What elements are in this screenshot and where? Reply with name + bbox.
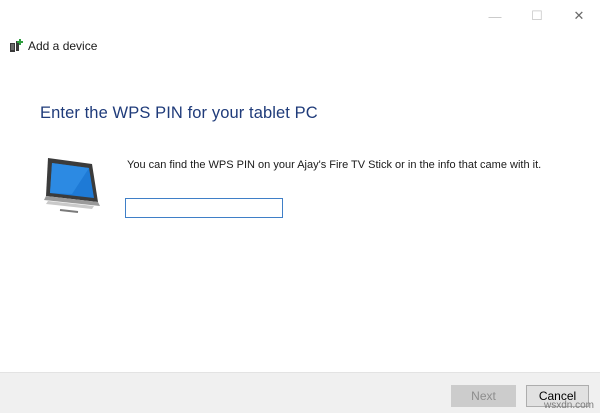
main-content: Enter the WPS PIN for your tablet PC You… bbox=[0, 76, 600, 376]
close-button[interactable]: ✕ bbox=[558, 0, 600, 32]
minimize-button[interactable]: — bbox=[474, 0, 516, 32]
next-button[interactable]: Next bbox=[451, 385, 516, 407]
maximize-button[interactable]: ☐ bbox=[516, 0, 558, 32]
watermark: wsxdn.com bbox=[543, 400, 594, 411]
window-title: Add a device bbox=[28, 39, 98, 53]
add-device-icon bbox=[9, 38, 25, 54]
window-header: Add a device bbox=[9, 37, 97, 55]
add-device-window: — ☐ ✕ Add a device Enter the WPS PIN for… bbox=[0, 0, 600, 413]
wps-pin-input[interactable] bbox=[125, 198, 283, 218]
page-title: Enter the WPS PIN for your tablet PC bbox=[40, 104, 318, 122]
tablet-pc-icon bbox=[42, 154, 106, 214]
dialog-footer: Next Cancel wsxdn.com bbox=[0, 372, 600, 413]
window-controls: — ☐ ✕ bbox=[474, 0, 600, 32]
instruction-text: You can find the WPS PIN on your Ajay's … bbox=[127, 159, 542, 171]
